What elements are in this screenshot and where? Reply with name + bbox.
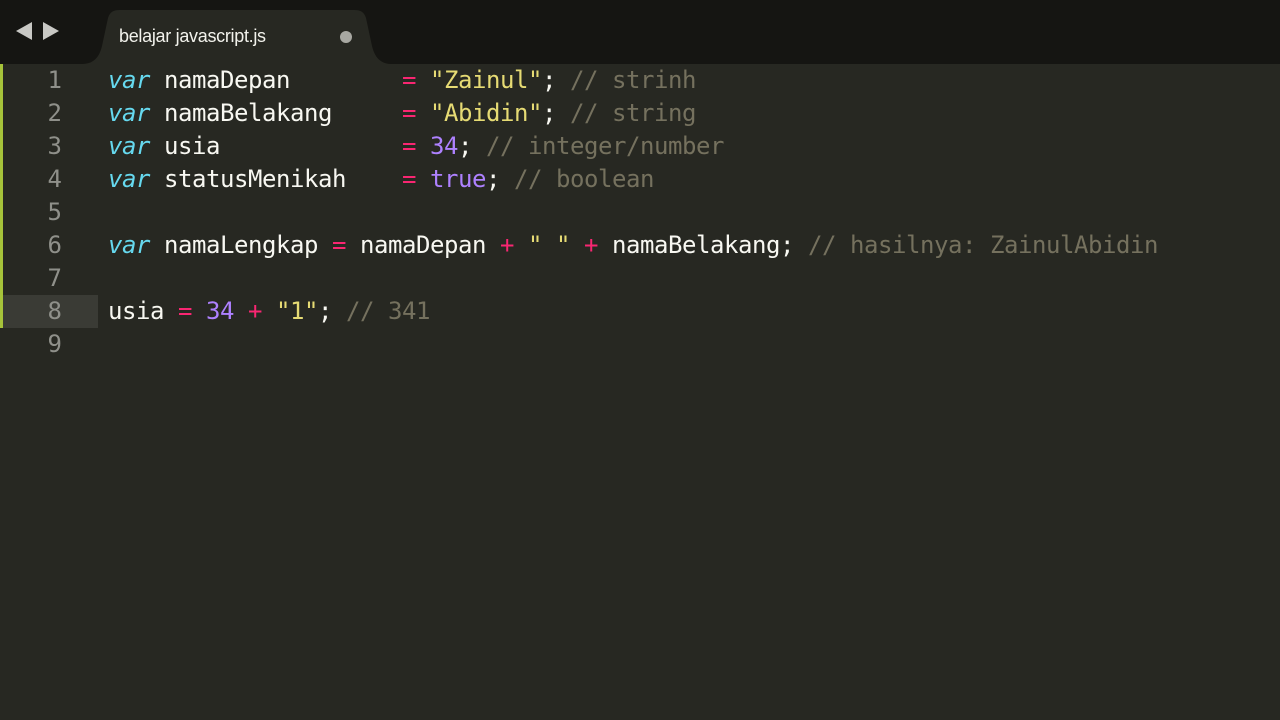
- token-keyword: var: [108, 132, 150, 160]
- token-plain: ;: [486, 165, 514, 193]
- token-operator: =: [402, 165, 416, 193]
- token-comment: // hasilnya: ZainulAbidin: [808, 231, 1158, 259]
- line-number: 7: [47, 264, 62, 292]
- code-line[interactable]: var namaBelakang = "Abidin"; // string: [108, 97, 696, 130]
- token-operator: =: [402, 99, 416, 127]
- token-comment: // string: [570, 99, 696, 127]
- token-comment: // integer/number: [486, 132, 724, 160]
- token-operator: =: [402, 66, 416, 94]
- unsaved-dot-icon[interactable]: [340, 31, 352, 43]
- tab-file[interactable]: belajar javascript.js: [82, 10, 392, 64]
- token-comment: // 341: [346, 297, 430, 325]
- token-plain: statusMenikah: [150, 165, 402, 193]
- triangle-right-icon[interactable]: [43, 22, 59, 40]
- line-number: 9: [47, 330, 62, 358]
- token-plain: namaDepan: [150, 66, 402, 94]
- tab-filename: belajar javascript.js: [119, 26, 266, 46]
- token-plain: namaLengkap: [150, 231, 332, 259]
- title-bar: belajar javascript.js: [0, 0, 1280, 64]
- token-plain: namaDepan: [346, 231, 500, 259]
- line-number: 5: [47, 198, 62, 226]
- token-plain: namaBelakang;: [598, 231, 808, 259]
- token-operator: +: [584, 231, 598, 259]
- line-number: 2: [47, 99, 62, 127]
- token-string: "1": [276, 297, 318, 325]
- token-constant: true: [430, 165, 486, 193]
- line-number: 1: [47, 66, 62, 94]
- token-operator: +: [248, 297, 262, 325]
- token-keyword: var: [108, 231, 150, 259]
- token-plain: ;: [542, 66, 570, 94]
- token-plain: ;: [542, 99, 570, 127]
- token-operator: =: [402, 132, 416, 160]
- token-keyword: var: [108, 99, 150, 127]
- triangle-left-icon[interactable]: [16, 22, 32, 40]
- token-string: "Zainul": [430, 66, 542, 94]
- token-number: 34: [430, 132, 458, 160]
- token-operator: =: [332, 231, 346, 259]
- code-line[interactable]: var usia = 34; // integer/number: [108, 130, 724, 163]
- token-keyword: var: [108, 66, 150, 94]
- line-number: 6: [47, 231, 62, 259]
- code-line[interactable]: var namaLengkap = namaDepan + " " + nama…: [108, 229, 1158, 262]
- token-plain: namaBelakang: [150, 99, 402, 127]
- token-operator: =: [178, 297, 192, 325]
- token-plain: usia: [150, 132, 402, 160]
- line-gutter: 1 2 3 4 5 6 7 8 9: [0, 64, 98, 720]
- token-operator: +: [500, 231, 514, 259]
- line-number: 3: [47, 132, 62, 160]
- token-plain: usia: [108, 297, 178, 325]
- code-editor[interactable]: 123456789 var namaDepan = "Zainul"; // s…: [0, 64, 1280, 720]
- token-string: " ": [528, 231, 570, 259]
- code-line[interactable]: var statusMenikah = true; // boolean: [108, 163, 654, 196]
- token-comment: // strinh: [570, 66, 696, 94]
- token-plain: ;: [318, 297, 346, 325]
- token-comment: // boolean: [514, 165, 654, 193]
- code-line[interactable]: usia = 34 + "1"; // 341: [108, 295, 430, 328]
- token-number: 34: [206, 297, 234, 325]
- line-number: 8: [47, 297, 62, 325]
- token-plain: ;: [458, 132, 486, 160]
- code-line[interactable]: var namaDepan = "Zainul"; // strinh: [108, 64, 696, 97]
- token-string: "Abidin": [430, 99, 542, 127]
- token-keyword: var: [108, 165, 150, 193]
- line-number: 4: [47, 165, 62, 193]
